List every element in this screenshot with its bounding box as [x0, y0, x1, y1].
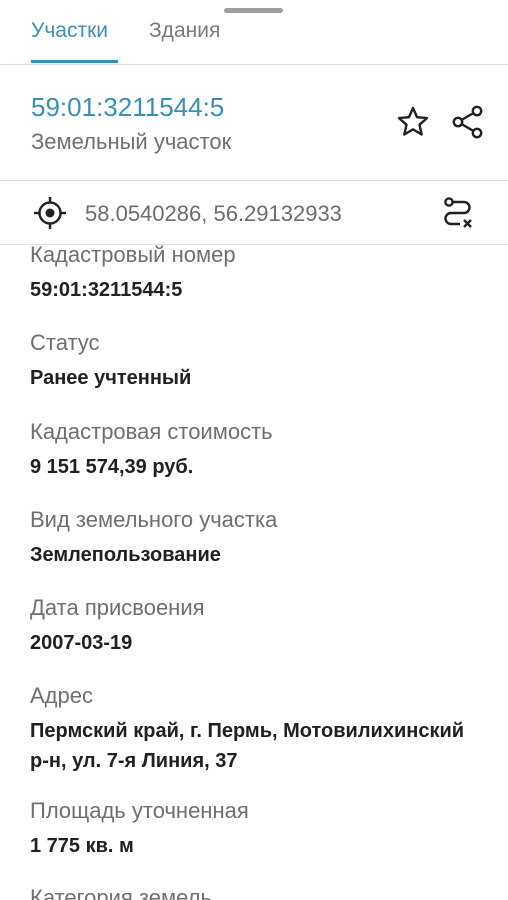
active-tab-indicator [31, 60, 118, 63]
coordinates-text[interactable]: 58.0540286, 56.29132933 [85, 200, 342, 228]
property-value: Ранее учтенный [30, 367, 192, 389]
property-value-line: р-н, ул. 7-я Линия, 37 [30, 750, 238, 772]
property-cadastral-value: Кадастровая стоимость 9 151 574,39 руб. [30, 418, 502, 482]
property-label: Кадастровый номер [30, 244, 236, 267]
property-cadastral-number: Кадастровый номер 59:01:3211544:5 [30, 244, 502, 305]
property-value-line: Пермский край, г. Пермь, Мотовилихинский [30, 720, 465, 742]
parcel-header: 59:01:3211544:5 Земельный участок [0, 64, 508, 181]
property-value: 2007-03-19 [30, 632, 133, 654]
drag-handle[interactable] [224, 8, 283, 13]
coordinates-row: 58.0540286, 56.29132933 [0, 181, 508, 245]
share-icon[interactable] [448, 102, 488, 142]
property-label: Категория земель [30, 885, 212, 900]
property-assignment-date: Дата присвоения 2007-03-19 [30, 594, 502, 658]
property-value: 59:01:3211544:5 [30, 279, 183, 301]
object-type-subtitle: Земельный участок [31, 129, 232, 154]
property-label: Кадастровая стоимость [30, 419, 273, 444]
property-value: 1 775 кв. м [30, 835, 134, 857]
tab-buildings[interactable]: Здания [149, 18, 220, 44]
property-label: Адрес [30, 683, 93, 708]
property-area: Площадь уточненная 1 775 кв. м [30, 797, 502, 861]
property-address: Адрес Пермский край, г. Пермь, Мотовилих… [30, 682, 502, 776]
property-value: Землепользование [30, 544, 221, 566]
parcel-info-panel: Участки Здания 59:01:3211544:5 Земельный… [0, 0, 508, 900]
crosshair-location-icon[interactable] [31, 193, 71, 233]
route-cancel-icon[interactable] [438, 193, 478, 233]
tab-parcels[interactable]: Участки [31, 18, 108, 44]
property-label: Дата присвоения [30, 595, 205, 620]
property-value: 9 151 574,39 руб. [30, 456, 194, 478]
property-land-category: Категория земель [30, 884, 502, 900]
property-status: Статус Ранее учтенный [30, 329, 502, 393]
property-land-type: Вид земельного участка Землепользование [30, 506, 502, 570]
cadastral-number-title: 59:01:3211544:5 [31, 92, 225, 122]
property-label: Статус [30, 330, 100, 355]
property-label: Вид земельного участка [30, 507, 278, 532]
property-label: Площадь уточненная [30, 798, 249, 823]
property-list: Кадастровый номер 59:01:3211544:5 Статус… [0, 244, 508, 900]
star-outline-icon[interactable] [393, 102, 433, 142]
